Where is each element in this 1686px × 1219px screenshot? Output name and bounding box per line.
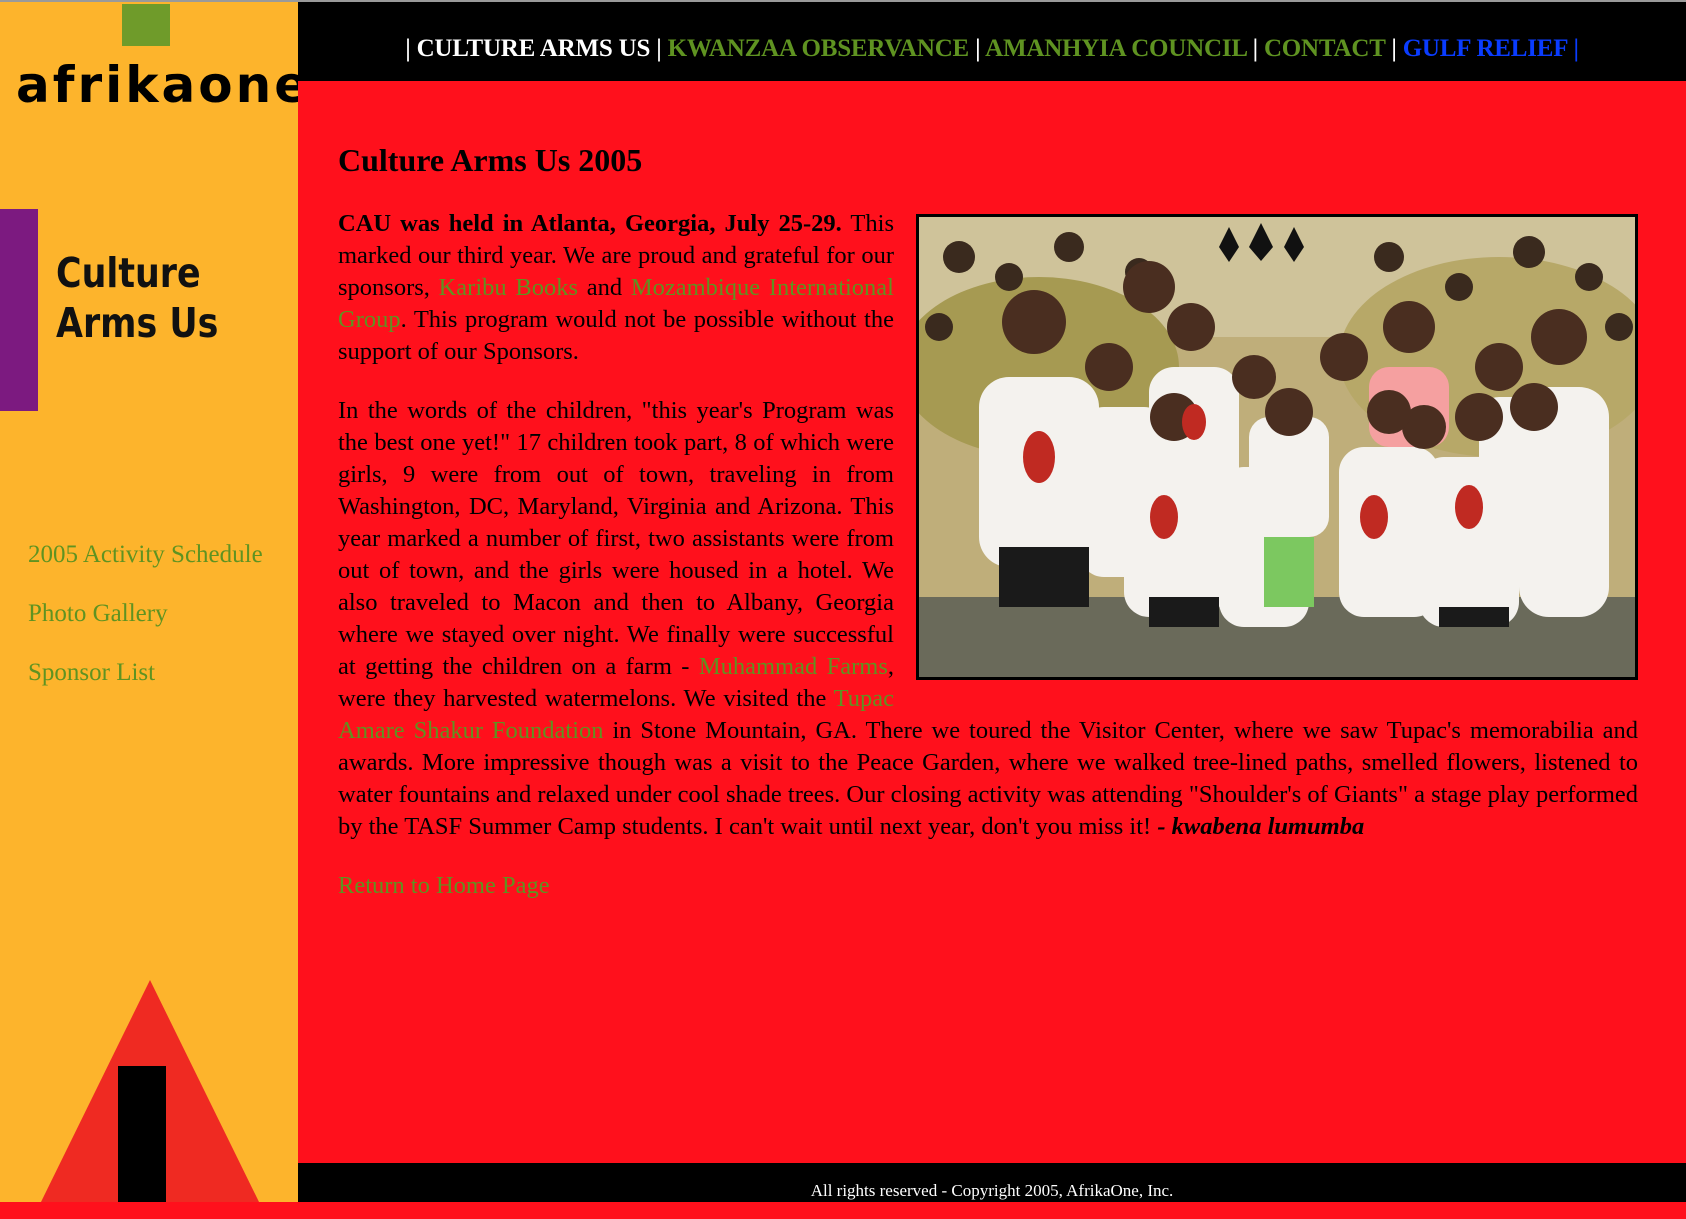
section-title-line: Arms Us [56, 299, 219, 347]
nav-separator: | [1573, 35, 1579, 62]
intro-text: . This program would not be possible wit… [338, 306, 894, 365]
nav-separator: | [975, 35, 981, 62]
main-content: Culture Arms Us 2005 CAU was held in Atl… [338, 140, 1638, 902]
nav-contact[interactable]: CONTACT [1264, 35, 1386, 62]
intro-lead: CAU was held in Atlanta, Georgia, July 2… [338, 210, 842, 237]
story-text: In the words of the children, "this year… [338, 397, 894, 680]
sidebar: afrikaone Culture Arms Us 2005 Activity … [0, 2, 298, 1202]
section-title: Culture Arms Us [56, 248, 252, 348]
nav-separator: | [1391, 35, 1397, 62]
copyright-text: All rights reserved - Copyright 2005, Af… [810, 1181, 1174, 1200]
sidebar-link-photo-gallery[interactable]: Photo Gallery [28, 599, 263, 629]
nav-kwanzaa-observance[interactable]: KWANZAA OBSERVANCE [668, 35, 970, 62]
return-home-link[interactable]: Return to Home Page [338, 870, 550, 902]
sidebar-link-activity-schedule[interactable]: 2005 Activity Schedule [28, 540, 263, 570]
sidebar-nav: 2005 Activity Schedule Photo Gallery Spo… [28, 540, 263, 717]
intro-text: and [578, 274, 631, 301]
link-karibu-books[interactable]: Karibu Books [439, 274, 578, 301]
nav-amanhyia-council[interactable]: AMANHYIA COUNCIL [985, 35, 1247, 62]
logo-green-square [122, 4, 170, 46]
section-title-line: Culture [56, 249, 201, 297]
nav-culture-arms-us[interactable]: CULTURE ARMS US [417, 35, 651, 62]
decorative-triangle-graphic [40, 980, 260, 1202]
nav-separator: | [656, 35, 662, 62]
site-logo[interactable]: afrikaone [16, 60, 298, 110]
sidebar-link-sponsor-list[interactable]: Sponsor List [28, 658, 263, 688]
group-photo-illustration [919, 217, 1635, 677]
author-signature: - kwabena lumumba [1157, 813, 1365, 840]
section-accent-bar [0, 209, 38, 411]
group-photo [916, 214, 1638, 680]
link-muhammad-farms[interactable]: Muhammad Farms [699, 653, 888, 680]
nav-separator: | [1252, 35, 1259, 62]
page-title: Culture Arms Us 2005 [338, 142, 643, 178]
footer: All rights reserved - Copyright 2005, Af… [298, 1163, 1686, 1202]
nav-gulf-relief[interactable]: GULF RELIEF [1403, 35, 1568, 62]
top-nav: | CULTURE ARMS US | KWANZAA OBSERVANCE |… [298, 2, 1686, 81]
nav-separator: | [405, 35, 411, 62]
